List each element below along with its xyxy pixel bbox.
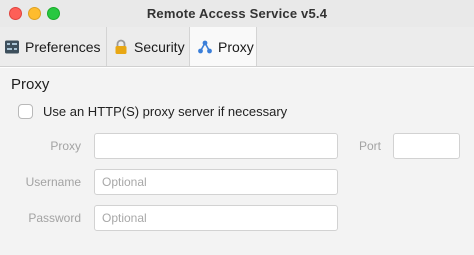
proxy-network-icon <box>198 40 212 53</box>
preferences-icon <box>5 40 19 53</box>
proxy-host-input[interactable] <box>94 133 338 159</box>
use-proxy-label[interactable]: Use an HTTP(S) proxy server if necessary <box>43 104 287 119</box>
window-title: Remote Access Service v5.4 <box>146 6 328 21</box>
use-proxy-row: Use an HTTP(S) proxy server if necessary <box>18 104 287 119</box>
tab-security[interactable]: Security <box>107 27 189 66</box>
port-label: Port <box>358 139 381 153</box>
username-input[interactable] <box>94 169 338 195</box>
section-title: Proxy <box>11 76 50 93</box>
tab-proxy-label: Proxy <box>218 38 254 55</box>
tab-security-label: Security <box>134 38 185 55</box>
lock-icon <box>115 39 127 54</box>
tab-proxy[interactable]: Proxy <box>189 27 257 66</box>
username-label: Username <box>25 175 81 189</box>
password-label: Password <box>28 211 81 225</box>
proxy-settings-panel: Proxy Use an HTTP(S) proxy server if nec… <box>0 68 474 255</box>
port-input[interactable] <box>393 133 460 159</box>
use-proxy-checkbox[interactable] <box>18 104 33 119</box>
title-bar: Remote Access Service v5.4 <box>0 0 474 27</box>
proxy-label: Proxy <box>50 139 81 153</box>
tab-preferences-label: Preferences <box>25 38 101 55</box>
password-input[interactable] <box>94 205 338 231</box>
tab-toolbar: Preferences Security Proxy <box>0 27 474 67</box>
tab-preferences[interactable]: Preferences <box>0 27 107 66</box>
